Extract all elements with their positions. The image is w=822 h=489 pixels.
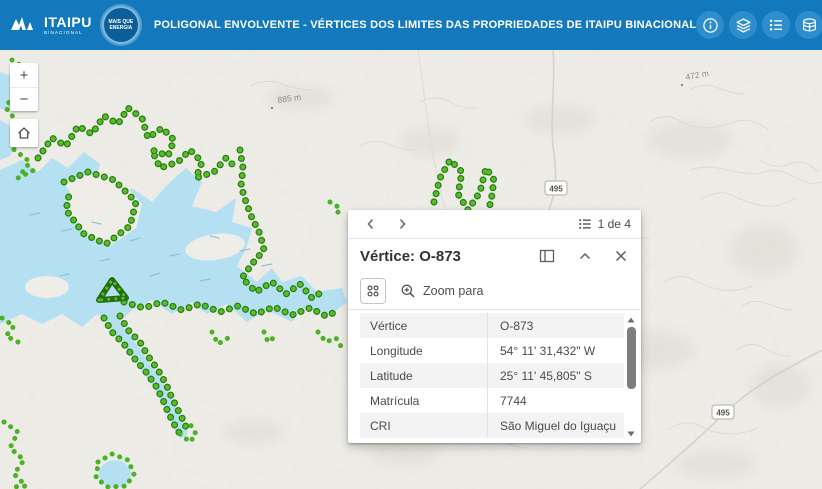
table-row: Vértice O-873: [360, 313, 624, 338]
attribute-table: Vértice O-873 Longitude 54° 11' 31,432" …: [360, 313, 624, 438]
next-feature-button[interactable]: [390, 213, 414, 235]
popup-header: Vértice: O-873: [348, 239, 641, 273]
dock-button[interactable]: [539, 249, 555, 263]
brand-subtitle: BINACIONAL: [44, 31, 92, 36]
itaipu-logo-mark: [10, 15, 40, 35]
basemap-button[interactable]: [795, 11, 822, 39]
home-button[interactable]: [10, 119, 38, 147]
field-value: O-873: [487, 313, 624, 338]
field-label: Matrícula: [360, 388, 487, 413]
scroll-up-button[interactable]: [627, 315, 635, 324]
info-button[interactable]: [696, 11, 724, 39]
field-label: Longitude: [360, 338, 487, 363]
field-value: 54° 11' 31,432" W: [487, 338, 624, 363]
close-button[interactable]: [615, 250, 627, 262]
basemap-database-icon: [801, 17, 818, 34]
zoom-to-label: Zoom para: [423, 284, 483, 298]
previous-feature-button[interactable]: [358, 213, 382, 235]
triangle-down-icon: [627, 431, 635, 437]
table-scrollbar: [624, 313, 638, 438]
scrollbar-thumb[interactable]: [627, 327, 636, 389]
layers-button[interactable]: [729, 11, 757, 39]
table-row: CRI São Miguel do Iguaçu: [360, 413, 624, 438]
itaipu-logo: ITAIPU BINACIONAL MAIS QUE ENERGIA: [10, 8, 138, 42]
field-value: 25° 11' 45,805" S: [487, 363, 624, 388]
feature-list-icon[interactable]: [578, 217, 592, 231]
layers-icon: [735, 17, 752, 34]
zoom-controls: + −: [10, 63, 38, 111]
zoom-to-icon: [400, 283, 416, 299]
popup-pagination-bar: 1 de 4: [348, 210, 641, 239]
chevron-up-icon: [579, 252, 591, 260]
feature-count-label: 1 de 4: [598, 217, 631, 231]
app-window: ITAIPU BINACIONAL MAIS QUE ENERGIA POLIG…: [0, 0, 822, 489]
popup-actions: Zoom para: [348, 273, 641, 310]
grid-dots-icon: [365, 283, 381, 299]
zoom-in-button[interactable]: +: [10, 63, 38, 87]
svg-text:495: 495: [716, 409, 730, 418]
attribute-table-area: Vértice O-873 Longitude 54° 11' 31,432" …: [348, 310, 641, 443]
field-value: São Miguel do Iguaçu: [487, 413, 624, 438]
table-row: Latitude 25° 11' 45,805" S: [360, 363, 624, 388]
dock-icon: [539, 249, 555, 263]
chevron-right-icon: [398, 218, 407, 230]
mais-que-energia-badge: MAIS QUE ENERGIA: [104, 8, 138, 42]
feature-menu-button[interactable]: [360, 278, 386, 304]
triangle-up-icon: [627, 317, 635, 323]
header-toolbar: [696, 11, 822, 39]
page-title: POLIGONAL ENVOLVENTE - VÉRTICES DOS LIMI…: [154, 19, 696, 31]
home-icon: [16, 125, 32, 141]
legend-button[interactable]: [762, 11, 790, 39]
scroll-down-button[interactable]: [627, 429, 635, 438]
field-label: Vértice: [360, 313, 487, 338]
legend-list-icon: [768, 17, 784, 33]
zoom-out-button[interactable]: −: [10, 87, 38, 111]
route-shield: 495: [712, 405, 734, 419]
feature-popup: 1 de 4 Vértice: O-873: [348, 210, 641, 443]
scrollbar-track[interactable]: [627, 324, 636, 429]
popup-title: Vértice: O-873: [360, 248, 461, 265]
collapse-button[interactable]: [579, 252, 591, 260]
svg-text:495: 495: [549, 185, 563, 194]
table-row: Matrícula 7744: [360, 388, 624, 413]
info-icon: [702, 17, 719, 34]
chevron-left-icon: [366, 218, 375, 230]
field-label: Latitude: [360, 363, 487, 388]
table-row: Longitude 54° 11' 31,432" W: [360, 338, 624, 363]
route-shield: 495: [545, 181, 567, 195]
close-icon: [615, 250, 627, 262]
field-value: 7744: [487, 388, 624, 413]
field-label: CRI: [360, 413, 487, 438]
zoom-to-action[interactable]: Zoom para: [400, 283, 483, 299]
app-header: ITAIPU BINACIONAL MAIS QUE ENERGIA POLIG…: [0, 0, 822, 50]
feature-count: 1 de 4: [578, 217, 631, 231]
brand-name: ITAIPU: [44, 15, 92, 29]
